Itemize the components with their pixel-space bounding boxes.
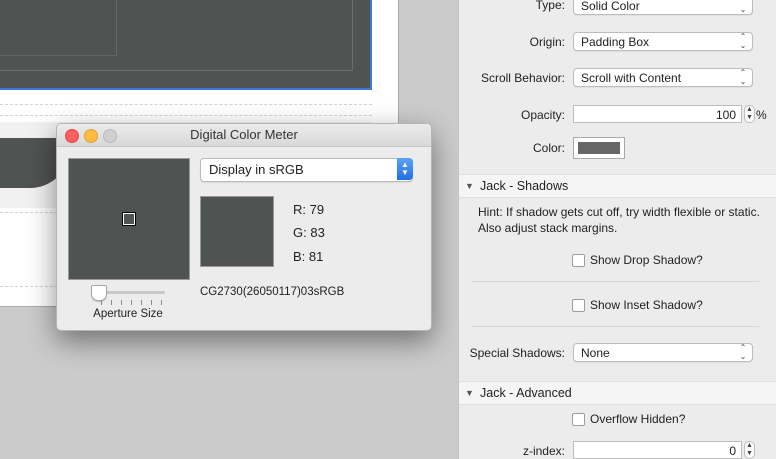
chevron-updown-icon: ▲ ▼: [397, 158, 413, 180]
type-value: Solid Color: [581, 0, 640, 13]
selected-stack-preview[interactable]: [0, 0, 372, 90]
shadows-section-title: Jack - Shadows: [480, 179, 569, 193]
type-select[interactable]: Solid Color ⌃ ⌄: [573, 0, 753, 15]
display-mode-value: Display in sRGB: [209, 162, 304, 177]
color-label: Color:: [532, 141, 565, 155]
scroll-behavior-label: Scroll Behavior:: [480, 71, 565, 85]
window-titlebar[interactable]: Digital Color Meter: [57, 124, 431, 147]
overflow-hidden-label[interactable]: Overflow Hidden?: [590, 412, 685, 426]
origin-value: Padding Box: [581, 35, 650, 49]
type-label: Type:: [535, 0, 565, 12]
chevron-updown-icon: ⌃ ⌄: [739, 32, 747, 50]
scroll-behavior-select[interactable]: Scroll with Content ⌃ ⌄: [573, 68, 753, 87]
checkbox-box[interactable]: [572, 413, 585, 426]
special-shadows-label: Special Shadows:: [469, 346, 565, 360]
zindex-label: z-index:: [522, 444, 565, 458]
magnifier-view: [68, 158, 190, 280]
disclosure-triangle-icon: ▼: [465, 388, 474, 398]
divider: [471, 281, 759, 282]
close-window-button[interactable]: [65, 129, 79, 143]
color-profile-spec: CG2730(26050117)03sRGB: [200, 286, 345, 298]
color-well-swatch: [578, 142, 620, 154]
sampled-color-swatch: [200, 196, 274, 267]
aperture-size-label: Aperture Size: [93, 308, 163, 320]
origin-select[interactable]: Padding Box ⌃ ⌄: [573, 32, 753, 51]
special-shadows-select[interactable]: None ⌃ ⌄: [573, 343, 753, 362]
nested-column-outline: [0, 0, 117, 56]
digital-color-meter-window[interactable]: Digital Color Meter Aperture Size Displa…: [56, 123, 432, 331]
zoom-window-button: [103, 129, 117, 143]
aperture-slider-track[interactable]: [97, 291, 165, 294]
blue-value: B: 81: [293, 249, 324, 264]
red-value: R: 79: [293, 202, 325, 217]
green-value: G: 83: [293, 225, 325, 240]
shadow-hint-text: Hint: If shadow gets cut off, try width …: [478, 205, 760, 235]
disclosure-triangle-icon: ▼: [465, 181, 474, 191]
aperture-slider-thumb[interactable]: [91, 285, 107, 301]
stack-divider: [0, 115, 372, 116]
inspector-panel: Type: Solid Color ⌃ ⌄ Origin: Padding Box…: [458, 0, 776, 459]
origin-label: Origin:: [529, 35, 565, 49]
opacity-input[interactable]: 100: [573, 105, 742, 123]
zindex-input[interactable]: 0: [573, 441, 742, 459]
opacity-unit: %: [756, 108, 767, 122]
shadows-section-header[interactable]: ▼ Jack - Shadows: [459, 174, 776, 198]
opacity-label: Opacity:: [520, 108, 565, 122]
minimize-window-button[interactable]: [84, 129, 98, 143]
opacity-value: 100: [715, 108, 736, 122]
zindex-value: 0: [729, 444, 736, 458]
advanced-section-title: Jack - Advanced: [480, 386, 572, 400]
show-drop-shadow-label[interactable]: Show Drop Shadow?: [590, 253, 703, 267]
zindex-stepper[interactable]: ▲ ▼: [744, 441, 755, 459]
chevron-updown-icon: ⌃ ⌄: [739, 343, 747, 361]
chevron-updown-icon: ⌃ ⌄: [739, 68, 747, 86]
color-well[interactable]: [573, 137, 625, 159]
special-shadows-value: None: [581, 346, 610, 360]
chevron-updown-icon: ⌃ ⌄: [739, 0, 747, 14]
divider: [471, 326, 759, 327]
checkbox-box[interactable]: [572, 254, 585, 267]
opacity-stepper[interactable]: ▲ ▼: [744, 105, 755, 123]
display-mode-select[interactable]: Display in sRGB ▲ ▼: [200, 158, 413, 182]
scroll-behavior-value: Scroll with Content: [581, 71, 682, 85]
stack-divider: [0, 104, 372, 105]
aperture-selection-box: [123, 213, 135, 225]
checkbox-box[interactable]: [572, 299, 585, 312]
show-inset-shadow-label[interactable]: Show Inset Shadow?: [590, 298, 703, 312]
aperture-slider-ticks: [101, 300, 165, 306]
advanced-section-header[interactable]: ▼ Jack - Advanced: [459, 381, 776, 405]
